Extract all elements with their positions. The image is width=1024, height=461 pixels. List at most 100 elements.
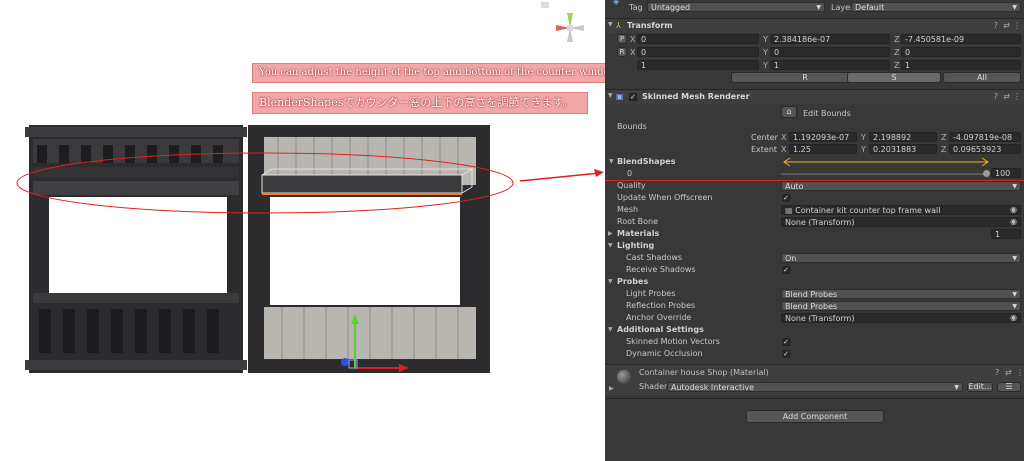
axis-y: Y xyxy=(861,133,866,142)
extent-label: Extent xyxy=(751,145,778,154)
blendshape-index: 0 xyxy=(627,169,633,178)
mesh-row: Mesh ▦ Container kit counter top frame w… xyxy=(605,204,1024,216)
center-y-field[interactable]: 2.198892 xyxy=(869,132,937,142)
help-icon[interactable]: ? xyxy=(994,20,998,32)
extent-y-field[interactable]: 0.2031883 xyxy=(869,144,937,154)
shader-edit-button[interactable]: Edit... xyxy=(967,382,993,392)
chevron-down-icon: ▼ xyxy=(816,4,821,11)
materials-count-field[interactable]: 1 xyxy=(991,229,1021,239)
scl-x-field[interactable]: 1 xyxy=(637,60,759,70)
more-icon[interactable]: ⋮ xyxy=(1016,367,1024,378)
fold-arrow-icon[interactable]: ▶ xyxy=(608,230,613,237)
settings-icon[interactable]: ⇄ xyxy=(1003,91,1010,103)
rot-y-field[interactable]: 0 xyxy=(770,47,890,57)
layer-dropdown[interactable]: Default ▼ xyxy=(851,2,1021,12)
scl-z-field[interactable]: 1 xyxy=(901,60,1021,70)
help-icon[interactable]: ? xyxy=(994,91,998,103)
scene-view[interactable]: You can adjust the height of the top and… xyxy=(0,0,735,461)
receive-shadows-checkbox[interactable]: ✓ xyxy=(782,266,790,274)
more-icon[interactable]: ⋮ xyxy=(1013,91,1021,103)
gizmo-small-square xyxy=(541,2,549,8)
material-preview-icon xyxy=(617,370,631,384)
settings-icon[interactable]: ⇄ xyxy=(1005,367,1012,378)
move-gizmo-icon[interactable] xyxy=(335,312,415,376)
quality-label: Quality xyxy=(617,181,646,190)
blendshape-slider-track[interactable] xyxy=(781,173,987,175)
anchor-override-field[interactable]: None (Transform) xyxy=(781,313,1021,323)
pos-x-field[interactable]: 0 xyxy=(637,34,759,44)
more-icon[interactable]: ⋮ xyxy=(1013,20,1021,32)
fold-arrow-icon[interactable]: ▼ xyxy=(608,326,613,333)
transform-title: Transform xyxy=(627,21,673,30)
chevron-down-icon: ▼ xyxy=(1012,291,1017,298)
object-picker-icon[interactable]: ◉ xyxy=(1010,204,1017,215)
rot-z-field[interactable]: 0 xyxy=(901,47,1021,57)
cast-shadows-row: Cast Shadows On ▼ xyxy=(605,252,1024,264)
fold-arrow-icon[interactable]: ▼ xyxy=(608,21,613,28)
extent-x-field[interactable]: 1.25 xyxy=(789,144,857,154)
japanese-note: BlenderShapesでカウンター窓の上下の高さを調節できます。 xyxy=(252,92,588,114)
anchor-override-row: Anchor Override None (Transform) ◉ xyxy=(605,312,1024,324)
blendshape-value-field[interactable]: 100 xyxy=(991,168,1021,178)
update-offscreen-checkbox[interactable]: ✓ xyxy=(782,194,790,202)
reflection-probes-dropdown[interactable]: Blend Probes ▼ xyxy=(781,301,1021,311)
reflection-probes-value: Blend Probes xyxy=(785,302,838,311)
quality-dropdown[interactable]: Auto ▼ xyxy=(781,181,1021,191)
fold-arrow-icon[interactable]: ▶ xyxy=(609,385,614,392)
materials-row: ▶ Materials 1 xyxy=(605,228,1024,240)
tab-s[interactable]: S xyxy=(847,72,941,83)
pos-y-field[interactable]: 2.384186e-07 xyxy=(770,34,890,44)
position-toggle[interactable]: P xyxy=(617,34,627,44)
fold-arrow-icon[interactable]: ▼ xyxy=(608,242,613,249)
cast-shadows-dropdown[interactable]: On ▼ xyxy=(781,253,1021,263)
fold-arrow-icon[interactable]: ▼ xyxy=(609,158,614,165)
shader-menu-button[interactable]: ☰ xyxy=(997,382,1021,392)
transform-icon: ⅄ xyxy=(616,21,621,30)
chevron-down-icon: ▼ xyxy=(1012,303,1017,310)
probes-label: Probes xyxy=(617,277,649,286)
skinned-motion-label: Skinned Motion Vectors xyxy=(626,337,720,346)
settings-icon[interactable]: ⇄ xyxy=(1003,20,1010,32)
center-z-field[interactable]: -4.097819e-08 xyxy=(949,132,1021,142)
shader-label: Shader xyxy=(639,382,668,391)
dynamic-occlusion-label: Dynamic Occlusion xyxy=(626,349,703,358)
center-x-field[interactable]: 1.192093e-07 xyxy=(789,132,857,142)
rot-x-field[interactable]: 0 xyxy=(637,47,759,57)
axis-x: X xyxy=(630,48,636,57)
object-picker-icon[interactable]: ◉ xyxy=(1010,216,1017,227)
mesh-field[interactable]: ▦ Container kit counter top frame wall xyxy=(781,205,1021,215)
smr-title: Skinned Mesh Renderer xyxy=(642,92,750,101)
help-icon[interactable]: ? xyxy=(995,367,999,378)
blendshape-slider-thumb[interactable] xyxy=(983,170,990,177)
quality-value: Auto xyxy=(785,182,804,191)
update-offscreen-row: Update When Offscreen ✓ xyxy=(605,192,1024,204)
fold-arrow-icon[interactable]: ▼ xyxy=(608,92,613,99)
fold-arrow-icon[interactable]: ▼ xyxy=(608,278,613,285)
add-component-button[interactable]: Add Component xyxy=(746,410,884,423)
object-picker-icon[interactable]: ◉ xyxy=(1010,312,1017,323)
scale-row: 1 Y 1 Z 1 xyxy=(605,60,1024,72)
extent-z-field[interactable]: 0.09653923 xyxy=(949,144,1021,154)
tag-dropdown[interactable]: Untagged ▼ xyxy=(647,2,825,12)
skinned-motion-checkbox[interactable]: ✓ xyxy=(782,338,790,346)
material-block: ▶ Container house Shop (Material) Shader… xyxy=(605,364,1024,395)
tab-all[interactable]: All xyxy=(943,72,1021,83)
root-bone-row: Root Bone None (Transform) ◉ xyxy=(605,216,1024,228)
chevron-down-icon: ▼ xyxy=(1012,255,1017,262)
dynamic-occlusion-checkbox[interactable]: ✓ xyxy=(782,350,790,358)
tag-layer-row: ◈ Tag Untagged ▼ Layer Default ▼ xyxy=(605,0,1024,14)
rotation-toggle[interactable]: R xyxy=(617,47,627,57)
additional-settings-label: Additional Settings xyxy=(617,325,704,334)
transform-tabs: R S All xyxy=(605,72,1024,84)
edit-bounds-icon-button[interactable]: ⌂ xyxy=(781,106,797,118)
smr-enabled-checkbox[interactable]: ✓ xyxy=(629,93,637,101)
root-bone-field[interactable]: None (Transform) xyxy=(781,217,1021,227)
transform-header[interactable]: ▼ ⅄ Transform ? ⇄ ⋮ xyxy=(605,18,1024,33)
light-probes-dropdown[interactable]: Blend Probes ▼ xyxy=(781,289,1021,299)
additional-row: ▼ Additional Settings xyxy=(605,324,1024,336)
axis-gizmo-icon[interactable] xyxy=(550,8,590,48)
scl-y-field[interactable]: 1 xyxy=(770,60,890,70)
pos-z-field[interactable]: -7.450581e-09 xyxy=(901,34,1021,44)
smr-header[interactable]: ▼ ▣ ✓ Skinned Mesh Renderer ? ⇄ ⋮ xyxy=(605,89,1024,104)
shader-dropdown[interactable]: Autodesk Interactive ▼ xyxy=(667,382,963,392)
